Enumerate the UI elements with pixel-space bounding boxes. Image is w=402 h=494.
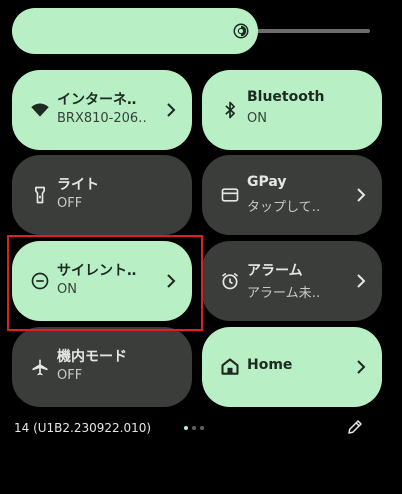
- tile-title: Home: [247, 357, 293, 373]
- page-dot: [192, 426, 196, 430]
- page-dot: [200, 426, 204, 430]
- highlight-box: [7, 235, 203, 331]
- tile-bluetooth[interactable]: Bluetooth ON: [202, 70, 382, 150]
- brightness-fill: [12, 8, 258, 54]
- tile-subtitle: タップして‥: [247, 200, 321, 215]
- tile-title: インターネ‥: [57, 92, 137, 108]
- page-dot-active: [184, 426, 188, 430]
- wifi-icon: [31, 103, 49, 117]
- home-icon: [221, 358, 239, 375]
- tile-alarm[interactable]: アラーム アラーム未‥: [202, 241, 382, 321]
- tile-title: Bluetooth: [247, 89, 325, 105]
- tile-title: GPay: [247, 174, 287, 190]
- pencil-icon[interactable]: [346, 418, 364, 436]
- tile-internet[interactable]: インターネ‥ BRX810-206‥: [12, 70, 192, 150]
- alarm-clock-icon: [222, 272, 238, 290]
- bluetooth-icon: [225, 101, 235, 119]
- chevron-right-icon[interactable]: [166, 102, 176, 118]
- tile-title: アラーム: [247, 263, 303, 279]
- tile-gpay[interactable]: GPay タップして‥: [202, 155, 382, 235]
- chevron-right-icon[interactable]: [356, 359, 366, 375]
- build-number: 14 (U1B2.230922.010): [14, 421, 152, 435]
- tile-subtitle: アラーム未‥: [247, 286, 321, 301]
- page-indicator: [184, 425, 214, 433]
- tile-subtitle: BRX810-206‥: [57, 111, 147, 126]
- airplane-icon: [32, 359, 48, 376]
- brightness-track: [252, 29, 370, 33]
- tile-subtitle: OFF: [57, 196, 83, 211]
- wallet-card-icon: [221, 188, 239, 202]
- tile-subtitle: ON: [247, 111, 267, 126]
- tile-flashlight[interactable]: ライト OFF: [12, 155, 192, 235]
- tile-subtitle: OFF: [57, 368, 83, 383]
- chevron-right-icon[interactable]: [356, 187, 366, 203]
- brightness-icon: [233, 23, 249, 39]
- tile-airplane-mode[interactable]: 機内モード OFF: [12, 327, 192, 407]
- tile-home[interactable]: Home: [202, 327, 382, 407]
- tile-title: 機内モード: [57, 349, 127, 365]
- tile-title: ライト: [57, 177, 99, 193]
- flashlight-icon: [35, 186, 46, 204]
- chevron-right-icon[interactable]: [356, 273, 366, 289]
- brightness-slider[interactable]: [12, 8, 390, 54]
